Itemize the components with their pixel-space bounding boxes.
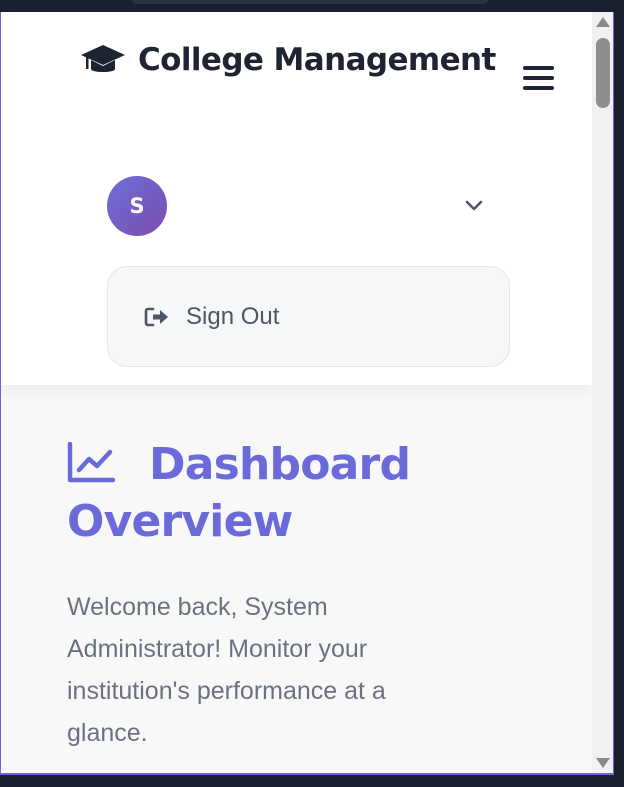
- welcome-message: Welcome back, System Administrator! Moni…: [67, 593, 386, 747]
- scroll-down-arrow-icon[interactable]: [596, 758, 610, 768]
- browser-top-strip: [0, 0, 624, 12]
- scrollbar-thumb[interactable]: [596, 38, 610, 108]
- address-bar-edge: [132, 0, 488, 4]
- user-dropdown-toggle[interactable]: S: [107, 176, 487, 236]
- graduation-cap-icon: [81, 45, 125, 72]
- page-title: Dashboard Overview: [67, 439, 411, 547]
- avatar: S: [107, 176, 167, 236]
- chevron-down-icon: [465, 200, 483, 211]
- sign-out-icon: [144, 307, 168, 327]
- sign-out-label: Sign Out: [186, 303, 280, 330]
- brand-title: College Management: [138, 42, 496, 78]
- vertical-scrollbar[interactable]: [592, 12, 613, 773]
- sign-out-button[interactable]: Sign Out: [107, 266, 510, 367]
- brand[interactable]: College Management: [80, 40, 496, 80]
- hamburger-menu-icon: [523, 66, 557, 90]
- menu-toggle-button[interactable]: [523, 66, 557, 96]
- scroll-up-arrow-icon[interactable]: [596, 17, 610, 27]
- page-content: College Management S Sign Out Dashboard …: [1, 12, 592, 773]
- page-viewport: College Management S Sign Out Dashboard …: [0, 12, 614, 775]
- site-header: College Management S Sign Out: [1, 12, 592, 385]
- browser-bottom-strip: [0, 775, 624, 787]
